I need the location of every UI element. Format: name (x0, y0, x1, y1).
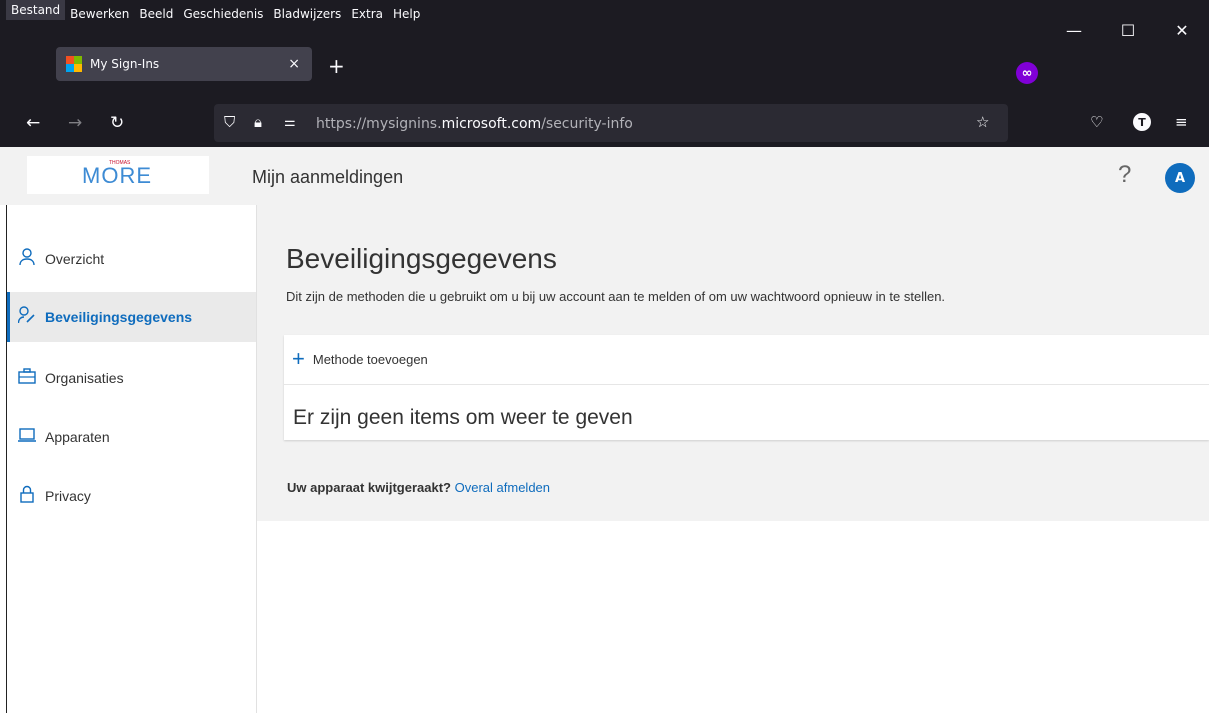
add-method-label: Methode toevoegen (312, 351, 428, 367)
avatar[interactable]: A (1165, 163, 1195, 193)
sidebar-item-beveiligingsgegevens[interactable]: Beveiligingsgegevens (7, 292, 256, 342)
sidebar: Overzicht Beveiligingsgegevens Organisat… (7, 205, 257, 713)
sidebar-item-apparaten[interactable]: Apparaten (7, 412, 256, 462)
briefcase-icon (17, 367, 37, 389)
methods-card: + Methode toevoegen Er zijn geen items o… (284, 335, 1209, 440)
menu-bladwijzers[interactable]: Bladwijzers (268, 0, 346, 28)
menu-bewerken[interactable]: Bewerken (65, 0, 134, 28)
security-info-icon (17, 305, 37, 329)
menu-bestand[interactable]: Bestand (6, 0, 66, 20)
help-icon[interactable]: ? (1118, 161, 1131, 189)
person-icon (17, 247, 37, 271)
maximize-button[interactable]: ☐ (1101, 0, 1155, 60)
minimize-button[interactable]: — (1047, 0, 1101, 60)
bookmark-star-icon[interactable]: ☆ (976, 113, 989, 131)
sidebar-item-privacy[interactable]: Privacy (7, 471, 256, 521)
menu-bar: Bestand Bewerken Beeld Geschiedenis Blad… (0, 0, 1209, 33)
sidebar-item-organisaties[interactable]: Organisaties (7, 353, 256, 403)
close-window-button[interactable]: ✕ (1155, 0, 1209, 60)
menu-geschiedenis[interactable]: Geschiedenis (178, 0, 268, 28)
account-icon[interactable]: T (1133, 113, 1151, 131)
address-bar[interactable]: ⛉ 🔒︎ ⚌ https://mysignins.microsoft.com/s… (214, 104, 1008, 142)
pocket-icon[interactable]: ♡ (1090, 113, 1103, 131)
back-button[interactable]: ← (26, 113, 40, 133)
sidebar-item-label: Organisaties (45, 370, 124, 386)
menu-hamburger-icon[interactable]: ≡ (1175, 113, 1188, 131)
reload-button[interactable]: ↻ (110, 113, 124, 133)
window-controls: — ☐ ✕ (1047, 0, 1209, 40)
browser-chrome: Bestand Bewerken Beeld Geschiedenis Blad… (0, 0, 1209, 147)
tab-my-sign-ins[interactable]: My Sign-Ins × (56, 47, 312, 81)
laptop-icon (17, 427, 37, 448)
main-content: Beveiligingsgegevens Dit zijn de methode… (257, 205, 1209, 521)
sidebar-item-label: Beveiligingsgegevens (45, 309, 193, 325)
sidebar-item-overzicht[interactable]: Overzicht (7, 234, 256, 284)
sidebar-item-label: Overzicht (45, 251, 105, 267)
lock-icon[interactable]: 🔒︎ (254, 113, 262, 131)
tab-title: My Sign-Ins (90, 57, 160, 71)
new-tab-button[interactable]: + (328, 56, 345, 76)
private-browsing-icon: ∞ (1016, 62, 1038, 84)
header-title: Mijn aanmeldingen (252, 167, 404, 187)
microsoft-logo-icon (66, 56, 82, 72)
page-description: Dit zijn de methoden die u gebruikt om u… (286, 289, 946, 304)
permissions-icon[interactable]: ⚌ (284, 115, 296, 130)
menu-extra[interactable]: Extra (346, 0, 388, 28)
divider (284, 384, 1209, 385)
lock-icon (17, 485, 37, 508)
menu-help[interactable]: Help (388, 0, 425, 28)
sidebar-item-label: Privacy (45, 488, 91, 504)
tab-close-icon[interactable]: × (288, 56, 300, 72)
menu-beeld[interactable]: Beeld (134, 0, 178, 28)
page-title: Beveiligingsgegevens (286, 243, 557, 274)
thomas-more-logo[interactable]: THOMAS MORE (27, 156, 209, 194)
sign-out-everywhere-link[interactable]: Overal afmelden (455, 480, 550, 495)
sidebar-item-label: Apparaten (45, 429, 110, 445)
url-text[interactable]: https://mysignins.microsoft.com/security… (316, 116, 633, 132)
empty-state-text: Er zijn geen items om weer te geven (293, 406, 633, 429)
plus-icon: + (292, 346, 305, 371)
add-method-button[interactable]: + Methode toevoegen (292, 346, 428, 371)
shield-icon[interactable]: ⛉ (224, 113, 235, 131)
forward-button[interactable]: → (68, 113, 82, 133)
page-header: THOMAS MORE Mijn aanmeldingen ? A (0, 147, 1209, 205)
lost-device-text: Uw apparaat kwijtgeraakt? Overal afmelde… (287, 480, 551, 495)
